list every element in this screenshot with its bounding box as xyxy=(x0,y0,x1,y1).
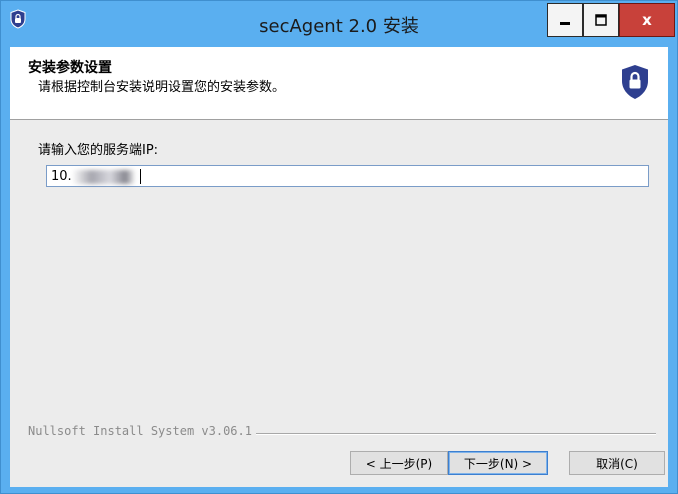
back-button[interactable]: < 上一步(P) xyxy=(350,451,448,475)
title-bar[interactable]: secAgent 2.0 安装 x xyxy=(1,1,677,47)
shield-lock-icon xyxy=(622,65,648,99)
nsis-branding: Nullsoft Install System v3.06.1 xyxy=(28,424,256,438)
minimize-button[interactable] xyxy=(547,3,583,37)
minimize-icon xyxy=(560,22,570,25)
maximize-button[interactable] xyxy=(583,3,619,37)
text-caret xyxy=(140,169,141,184)
page-header: 安装参数设置 请根据控制台安装说明设置您的安装参数。 xyxy=(10,47,668,120)
installer-body: 安装参数设置 请根据控制台安装说明设置您的安装参数。 请输入您的服务端IP: N… xyxy=(10,47,668,487)
installer-window: secAgent 2.0 安装 x 安装参数设置 请根据控制台安装说明设置您的安… xyxy=(0,0,678,494)
redacted-ip-blur xyxy=(73,170,135,184)
maximize-icon xyxy=(595,14,607,26)
next-button[interactable]: 下一步(N) > xyxy=(448,451,548,475)
page-title: 安装参数设置 xyxy=(28,60,112,76)
window-bottom-border xyxy=(10,487,668,489)
close-button[interactable]: x xyxy=(619,3,675,37)
cancel-button[interactable]: 取消(C) xyxy=(569,451,665,475)
server-ip-label: 请输入您的服务端IP: xyxy=(38,143,159,158)
close-icon: x xyxy=(642,11,652,29)
app-shield-icon xyxy=(10,9,26,29)
server-ip-input[interactable] xyxy=(46,165,649,187)
page-subtitle: 请根据控制台安装说明设置您的安装参数。 xyxy=(38,80,286,95)
